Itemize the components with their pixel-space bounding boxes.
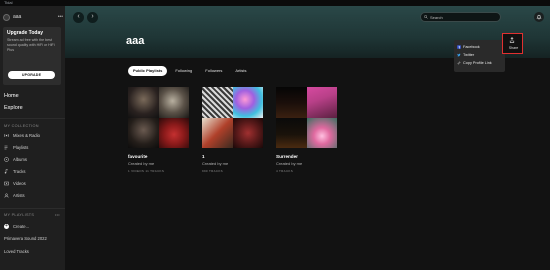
sidebar-item-label: Tracks xyxy=(13,169,26,174)
share-label: Share xyxy=(508,46,519,50)
bell-icon xyxy=(536,14,542,20)
tab-followers[interactable]: Followers xyxy=(200,66,227,76)
search-icon xyxy=(424,15,428,19)
notifications-button[interactable] xyxy=(534,12,544,22)
share-twitter[interactable]: Twitter xyxy=(457,51,502,59)
playlist-grid: favourite Created by me 1 VIDEOS 11 TRAC… xyxy=(128,87,337,173)
share-icon xyxy=(509,37,515,43)
share-twitter-label: Twitter xyxy=(463,53,475,57)
sidebar-playlist-item[interactable]: Loved Tracks xyxy=(4,249,29,254)
playlist-meta: 990 TRACKS xyxy=(202,169,223,173)
profile-name[interactable]: aaa xyxy=(13,14,55,20)
playlist-title[interactable]: favourite xyxy=(128,154,189,159)
playlist-cover[interactable] xyxy=(202,87,263,148)
sidebar-item-artists[interactable]: Artists xyxy=(4,193,25,198)
nav-explore[interactable]: Explore xyxy=(4,105,23,111)
sidebar: aaa ••• Upgrade Today Stream ad free wit… xyxy=(0,6,65,270)
share-menu: Facebook Twitter Copy Profile Link xyxy=(454,40,505,72)
share-facebook-label: Facebook xyxy=(463,45,480,49)
sidebar-item-albums[interactable]: Albums xyxy=(4,157,27,162)
artist-icon xyxy=(4,193,9,198)
profile-row[interactable]: aaa ••• xyxy=(3,13,63,21)
upgrade-title: Upgrade Today xyxy=(7,30,44,36)
sidebar-item-label: Playlists xyxy=(13,145,29,150)
link-icon xyxy=(457,61,461,65)
playlist-title[interactable]: Surrender xyxy=(276,154,337,159)
create-playlist-label: Create... xyxy=(13,224,30,229)
nav-home[interactable]: Home xyxy=(4,93,19,99)
more-options-icon[interactable]: ••• xyxy=(58,14,63,20)
sidebar-playlist-item[interactable]: Primavera Sound 2022 xyxy=(4,236,47,241)
back-button[interactable]: ‹ xyxy=(73,12,84,23)
playlist-creator: Created by me xyxy=(202,161,229,166)
my-playlists-label: MY PLAYLISTS xyxy=(4,213,35,217)
video-icon xyxy=(4,181,9,186)
avatar[interactable] xyxy=(3,13,10,21)
sidebar-item-tracks[interactable]: Tracks xyxy=(4,169,25,174)
upgrade-button[interactable]: UPGRADE xyxy=(8,71,55,79)
playlist-icon xyxy=(4,145,9,150)
share-button[interactable]: Share xyxy=(502,33,523,54)
playlist-meta: 1 VIDEOS 11 TRACKS xyxy=(128,169,165,173)
playlist-cover[interactable] xyxy=(276,87,337,148)
sidebar-item-label: Mixes & Radio xyxy=(13,133,40,138)
sidebar-item-label: Albums xyxy=(13,157,27,162)
share-facebook[interactable]: Facebook xyxy=(457,43,502,51)
search-bar[interactable] xyxy=(420,12,501,22)
twitter-icon xyxy=(457,53,461,57)
tab-public-playlists[interactable]: Public Playlists xyxy=(128,66,168,76)
tracks-icon xyxy=(4,169,9,174)
page-title: aaa xyxy=(126,35,145,47)
copy-profile-link-label: Copy Profile Link xyxy=(463,61,492,65)
plus-icon: + xyxy=(4,223,9,229)
create-playlist-button[interactable]: + Create... xyxy=(4,224,29,229)
playlist-creator: Created by me xyxy=(128,161,155,166)
tab-artists[interactable]: Artists xyxy=(230,66,251,76)
playlist-title[interactable]: 1 xyxy=(202,154,263,159)
sidebar-divider xyxy=(0,208,65,209)
facebook-icon xyxy=(457,45,461,49)
sidebar-item-videos[interactable]: Videos xyxy=(4,181,26,186)
sidebar-item-label: Artists xyxy=(13,193,25,198)
search-input[interactable] xyxy=(430,14,500,20)
playlist-card[interactable]: 1 Created by me 990 TRACKS xyxy=(202,87,263,173)
upgrade-text: Stream ad free with the best sound quali… xyxy=(7,38,55,52)
sidebar-item-label: Videos xyxy=(13,181,26,186)
upgrade-card: Upgrade Today Stream ad free with the be… xyxy=(3,27,61,85)
my-collection-label: MY COLLECTION xyxy=(4,124,39,128)
sidebar-item-playlists[interactable]: Playlists xyxy=(4,145,28,150)
playlist-meta: 4 TRACKS xyxy=(276,169,294,173)
playlist-cover[interactable] xyxy=(128,87,189,148)
sidebar-item-mixes-radio[interactable]: Mixes & Radio xyxy=(4,133,40,138)
sidebar-divider xyxy=(0,118,65,119)
album-icon xyxy=(4,157,9,162)
playlists-more-icon[interactable]: ••• xyxy=(55,213,60,217)
playlist-card[interactable]: favourite Created by me 1 VIDEOS 11 TRAC… xyxy=(128,87,189,173)
tab-following[interactable]: Following xyxy=(170,66,197,76)
radio-icon xyxy=(4,133,9,138)
playlist-card[interactable]: Surrender Created by me 4 TRACKS xyxy=(276,87,337,173)
copy-profile-link[interactable]: Copy Profile Link xyxy=(457,59,502,67)
playlist-creator: Created by me xyxy=(276,161,303,166)
forward-button[interactable]: › xyxy=(87,12,98,23)
main-content: ‹ › aaa Public Playlists Following Follo… xyxy=(65,6,550,270)
profile-tabs: Public Playlists Following Followers Art… xyxy=(128,66,252,76)
